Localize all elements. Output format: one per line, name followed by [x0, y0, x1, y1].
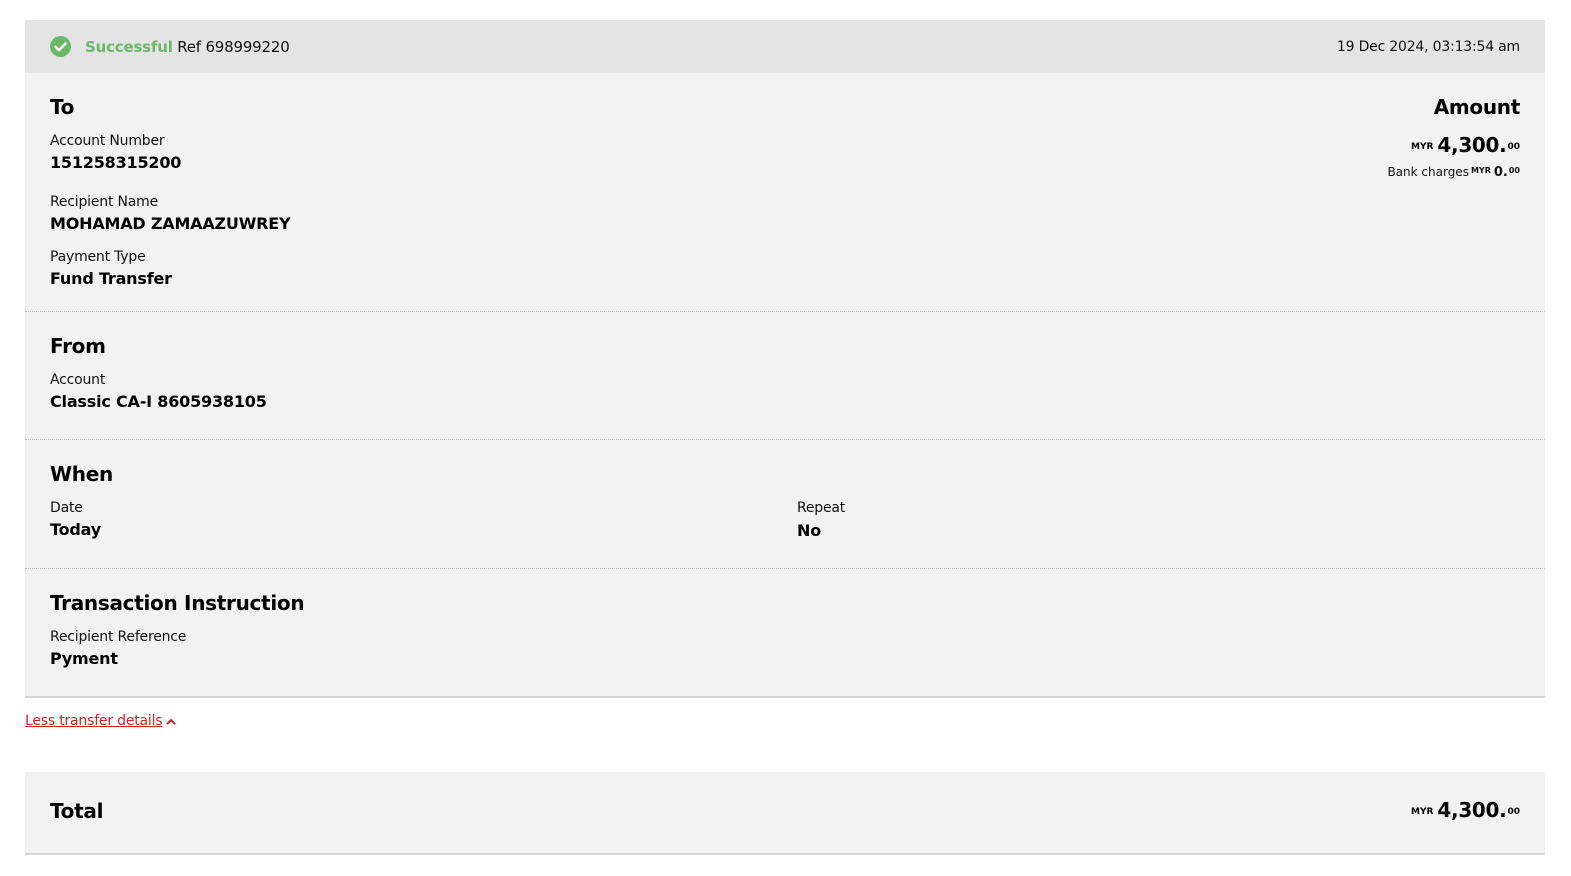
amount-heading: Amount	[1433, 95, 1521, 119]
total-amount: MYR 4,300.00	[1411, 797, 1520, 825]
date-label: Date	[50, 500, 83, 516]
total-label: Total	[50, 799, 104, 823]
total-cents: 00	[1507, 807, 1520, 817]
account-number-label: Account Number	[50, 133, 165, 149]
repeat-label: Repeat	[797, 500, 846, 516]
to-section: To Account Number 151258315200 Recipient…	[25, 73, 1545, 312]
transaction-datetime: 19 Dec 2024, 03:13:54 am	[1336, 39, 1520, 55]
repeat-value: No	[797, 521, 821, 540]
total-card: Total MYR 4,300.00	[25, 772, 1545, 855]
from-section: From Account Classic CA-I 8605938105	[25, 311, 1545, 439]
transfer-receipt-card: Successful Ref 698999220 19 Dec 2024, 03…	[25, 20, 1545, 698]
total-currency: MYR	[1411, 807, 1434, 817]
bank-charges-cents: 00	[1508, 166, 1520, 175]
amount-whole: 4,300.	[1437, 133, 1507, 157]
status-label: Successful	[85, 38, 173, 56]
from-account-label: Account	[50, 372, 106, 388]
reference-number: Ref 698999220	[177, 38, 290, 56]
bank-charges-whole: 0.	[1493, 165, 1508, 180]
bank-charges-currency: MYR	[1470, 166, 1491, 175]
when-heading: When	[50, 462, 113, 486]
total-whole: 4,300.	[1437, 798, 1507, 822]
from-account-value: Classic CA-I 8605938105	[50, 392, 267, 411]
payment-type-value: Fund Transfer	[50, 269, 172, 288]
transaction-instruction-section: Transaction Instruction Recipient Refere…	[25, 568, 1545, 696]
recipient-name-label: Recipient Name	[50, 194, 159, 210]
when-section: When Date Today Repeat No	[25, 439, 1545, 568]
less-transfer-details-label: Less transfer details	[25, 713, 163, 729]
amount-cents: 00	[1507, 142, 1520, 152]
from-heading: From	[50, 334, 106, 358]
amount-value: MYR 4,300.00	[1411, 132, 1520, 160]
payment-type-label: Payment Type	[50, 249, 146, 265]
transaction-instruction-heading: Transaction Instruction	[50, 591, 305, 615]
amount-currency: MYR	[1411, 142, 1434, 152]
recipient-name-value: MOHAMAD ZAMAAZUWREY	[50, 214, 291, 233]
bank-charges-label: Bank charges	[1387, 165, 1469, 179]
status-bar: Successful Ref 698999220 19 Dec 2024, 03…	[25, 20, 1545, 73]
recipient-reference-label: Recipient Reference	[50, 629, 187, 645]
account-number-value: 151258315200	[50, 153, 182, 172]
recipient-reference-value: Pyment	[50, 649, 118, 668]
chevron-up-icon	[166, 711, 176, 731]
date-value: Today	[50, 520, 101, 539]
to-heading: To	[50, 95, 75, 119]
check-circle-icon	[50, 36, 71, 57]
status-text: Successful Ref 698999220	[85, 37, 290, 57]
bank-charges: Bank charges MYR 0.00	[1387, 163, 1520, 182]
less-transfer-details-link[interactable]: Less transfer details	[25, 711, 176, 731]
